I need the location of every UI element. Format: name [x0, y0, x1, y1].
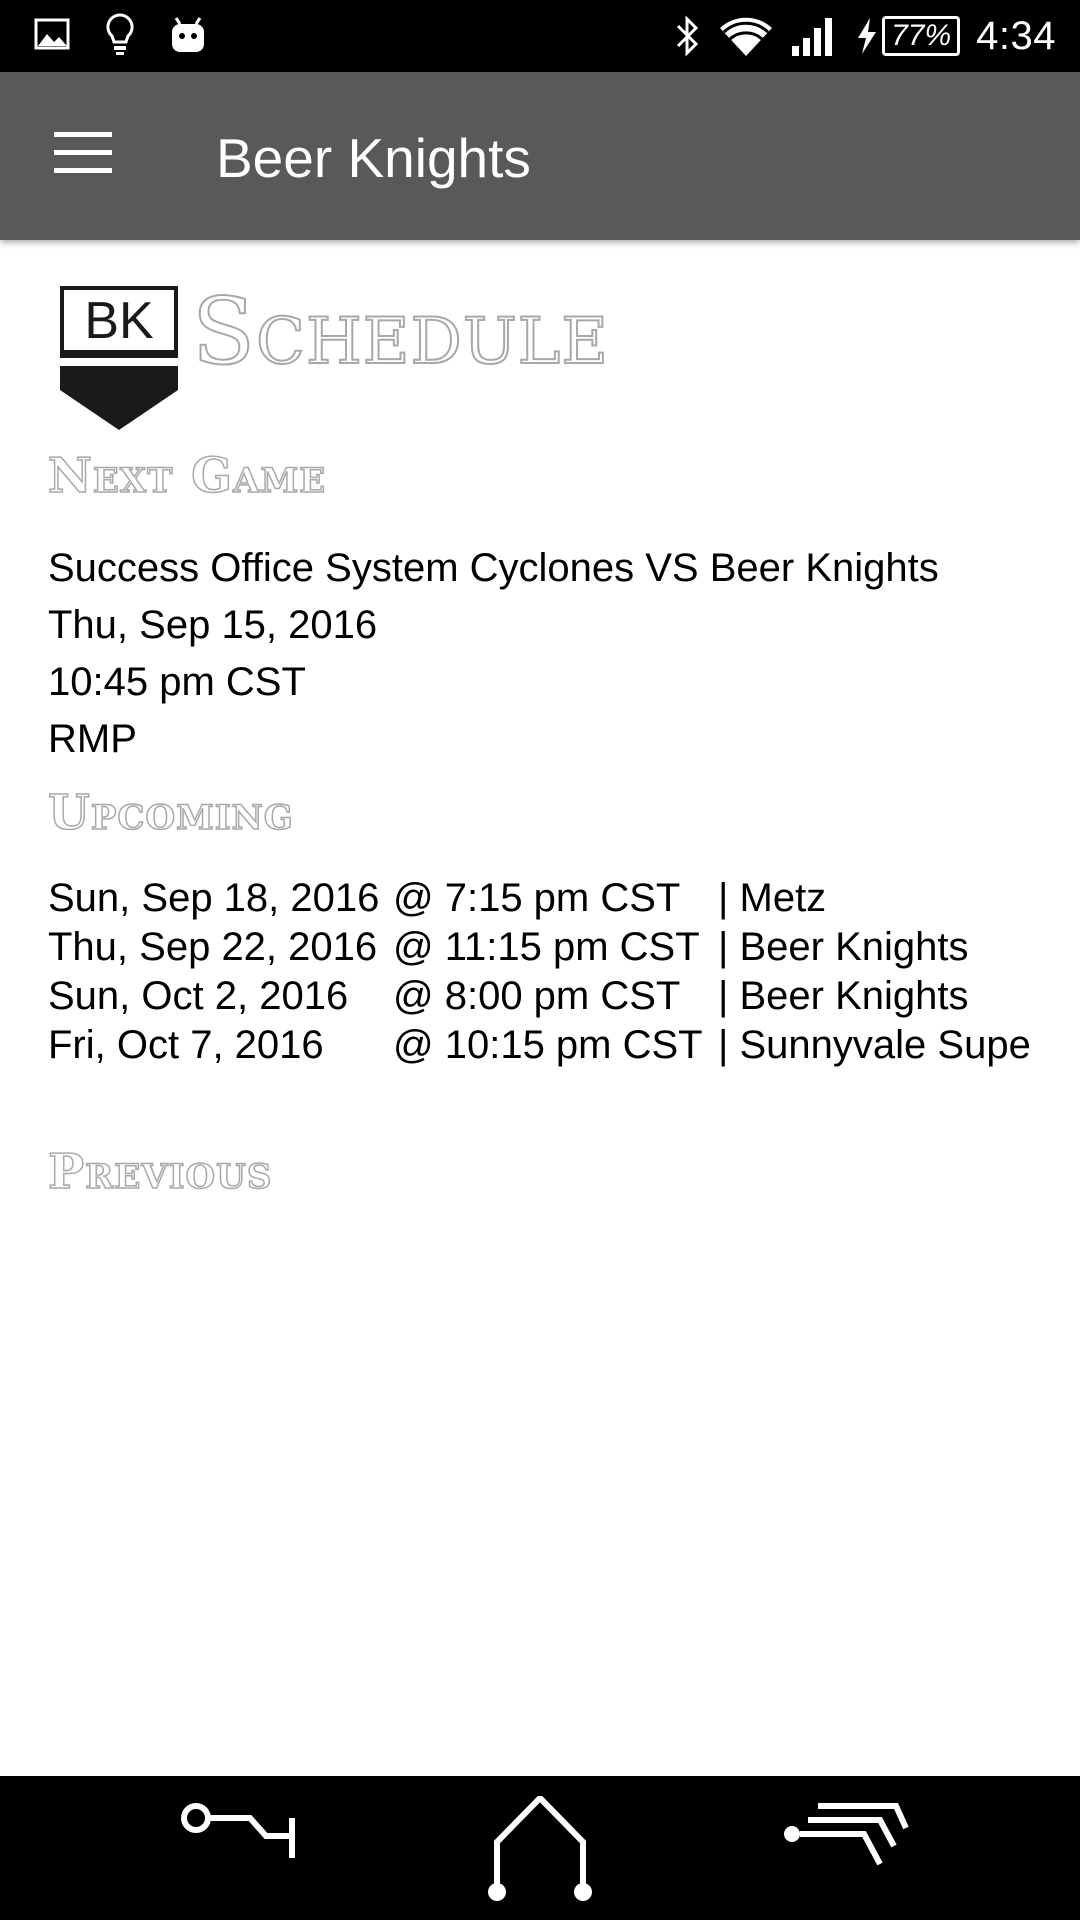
game-date: Sun, Sep 18, 2016 [48, 876, 380, 920]
game-time: @ 7:15 pm CST [393, 876, 681, 920]
battery-percent: 77% [882, 16, 961, 56]
android-icon [170, 14, 206, 54]
menu-button[interactable] [40, 118, 130, 194]
next-game-details: Success Office System Cyclones VS Beer K… [48, 540, 939, 768]
logo-text: BK [84, 292, 154, 350]
app-title: Beer Knights [216, 127, 531, 189]
game-team: | Metz [718, 876, 827, 920]
image-icon [34, 16, 70, 52]
lightbulb-icon [104, 12, 136, 56]
hamburger-menu-icon [54, 132, 112, 173]
next-game-location: RMP [48, 717, 137, 761]
bluetooth-icon [674, 14, 702, 58]
home-icon [488, 1796, 592, 1901]
list-item: Sun, Oct 2, 2016 @ 8:00 pm CST | Beer Kn… [48, 972, 1031, 1021]
game-date: Fri, Oct 7, 2016 [48, 1023, 324, 1067]
list-item: Sun, Sep 18, 2016 @ 7:15 pm CST | Metz [48, 874, 1031, 923]
game-date: Thu, Sep 22, 2016 [48, 925, 378, 969]
game-time: @ 11:15 pm CST [393, 925, 700, 969]
back-button[interactable] [170, 1796, 310, 1906]
next-game-matchup: Success Office System Cyclones VS Beer K… [48, 546, 939, 590]
clock: 4:34 [976, 13, 1056, 58]
list-item: Thu, Sep 22, 2016 @ 11:15 pm CST | Beer … [48, 923, 1031, 972]
navigation-bar [0, 1776, 1080, 1920]
next-game-time: 10:45 pm CST [48, 660, 306, 704]
game-time: @ 10:15 pm CST [393, 1023, 703, 1067]
charging-bolt-icon [858, 18, 877, 54]
app-bar: Beer Knights [0, 72, 1080, 240]
notification-icons [34, 12, 206, 56]
game-date: Sun, Oct 2, 2016 [48, 974, 349, 1018]
recents-button[interactable] [775, 1796, 915, 1906]
signal-icon [790, 14, 838, 58]
game-time: @ 8:00 pm CST [393, 974, 681, 1018]
system-status: 77% 4:34 [674, 0, 1056, 72]
status-bar: 77% 4:34 [0, 0, 1080, 72]
upcoming-games-list: Sun, Sep 18, 2016 @ 7:15 pm CST | Metz T… [48, 874, 1031, 1070]
page-title: Schedule [191, 277, 609, 386]
bk-logo: BK [60, 286, 178, 430]
back-key-icon [181, 1803, 295, 1858]
game-team: | Beer Knights [718, 974, 969, 1018]
game-team: | Beer Knights [718, 925, 969, 969]
wifi-icon [718, 14, 774, 58]
previous-heading: Previous [47, 1143, 273, 1201]
next-game-heading: Next Game [47, 447, 327, 505]
game-team: | Sunnyvale Supe [718, 1023, 1031, 1067]
next-game-date: Thu, Sep 15, 2016 [48, 603, 378, 647]
home-button[interactable] [470, 1796, 610, 1906]
recents-icon [784, 1803, 909, 1866]
upcoming-heading: Upcoming [47, 784, 294, 842]
list-item: Fri, Oct 7, 2016 @ 10:15 pm CST | Sunnyv… [48, 1021, 1031, 1070]
battery-indicator: 77% [854, 16, 961, 56]
